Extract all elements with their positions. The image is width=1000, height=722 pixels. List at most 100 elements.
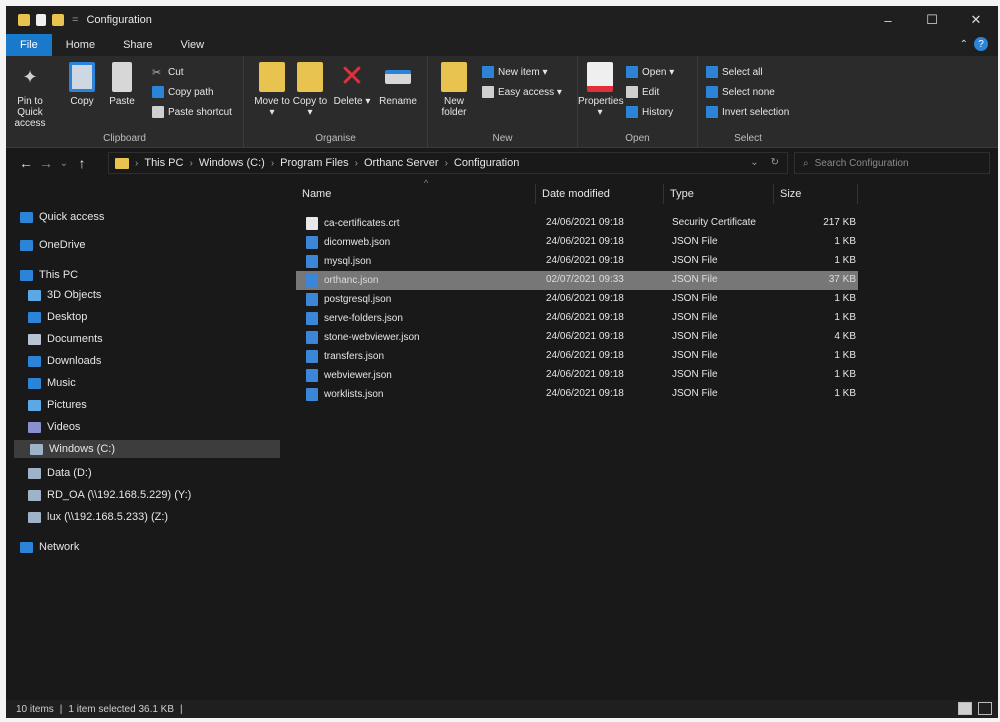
nav-item-network[interactable]: Network	[20, 538, 79, 556]
file-row[interactable]: worklists.json 24/06/2021 09:18 JSON Fil…	[296, 385, 858, 404]
select-none-icon	[706, 86, 718, 98]
address-dropdown-icon[interactable]: ⌄	[750, 157, 758, 168]
open-button[interactable]: Open ▾	[626, 64, 674, 80]
file-row[interactable]: webviewer.json 24/06/2021 09:18 JSON Fil…	[296, 366, 858, 385]
copy-button[interactable]: Copy	[62, 62, 102, 107]
file-type: JSON File	[672, 350, 718, 361]
copy-to-button[interactable]: Copy to ▾	[290, 62, 330, 118]
column-header-size[interactable]: Size	[774, 184, 858, 204]
history-button[interactable]: History	[626, 104, 673, 120]
nav-item-data-d[interactable]: Data (D:)	[28, 464, 92, 482]
copy-path-button[interactable]: Copy path	[152, 84, 214, 100]
tab-share[interactable]: Share	[109, 34, 166, 56]
file-type: Security Certificate	[672, 217, 756, 228]
nav-item-videos[interactable]: Videos	[28, 418, 80, 436]
paste-shortcut-button[interactable]: Paste shortcut	[152, 104, 232, 120]
file-name: webviewer.json	[324, 370, 392, 381]
nav-item-documents[interactable]: Documents	[28, 330, 103, 348]
breadcrumb-configuration[interactable]: Configuration	[454, 157, 519, 169]
nav-item-desktop[interactable]: Desktop	[28, 308, 87, 326]
breadcrumb-orthanc-server[interactable]: Orthanc Server	[364, 157, 439, 169]
breadcrumb-this-pc[interactable]: This PC	[144, 157, 183, 169]
new-folder-icon[interactable]	[52, 14, 64, 26]
large-icons-view-icon[interactable]	[978, 702, 992, 715]
file-name: dicomweb.json	[324, 237, 391, 248]
file-row[interactable]: ca-certificates.crt 24/06/2021 09:18 Sec…	[296, 214, 858, 233]
nav-item-onedrive[interactable]: OneDrive	[20, 236, 85, 254]
nav-item-label: Documents	[47, 333, 103, 345]
select-all-label: Select all	[722, 66, 763, 78]
column-header-name[interactable]: Name	[296, 184, 536, 204]
new-item-button[interactable]: New item ▾	[482, 64, 547, 80]
customize-toolbar-icon[interactable]: =	[72, 14, 78, 26]
tab-home[interactable]: Home	[52, 34, 109, 56]
cut-button[interactable]: ✂ Cut	[152, 64, 184, 80]
address-bar[interactable]: › This PC › Windows (C:) › Program Files…	[108, 152, 788, 174]
nav-item-windows-c[interactable]: Windows (C:)	[14, 440, 280, 458]
properties-button[interactable]: Properties ▾	[578, 62, 624, 118]
pin-to-quick-access-button[interactable]: ✦ Pin to Quick access	[10, 62, 50, 129]
json-file-icon	[306, 369, 318, 382]
file-row[interactable]: transfers.json 24/06/2021 09:18 JSON Fil…	[296, 347, 858, 366]
nav-item-network-drive-y[interactable]: RD_OA (\\192.168.5.229) (Y:)	[28, 486, 191, 504]
breadcrumb-program-files[interactable]: Program Files	[280, 157, 348, 169]
file-row[interactable]: serve-folders.json 24/06/2021 09:18 JSON…	[296, 309, 858, 328]
status-divider: |	[180, 703, 183, 715]
invert-selection-button[interactable]: Invert selection	[706, 104, 789, 120]
nav-item-network-drive-z[interactable]: lux (\\192.168.5.233) (Z:)	[28, 508, 168, 526]
file-name-cell: stone-webviewer.json	[306, 331, 420, 344]
file-size: 217 KB	[823, 217, 856, 228]
nav-item-downloads[interactable]: Downloads	[28, 352, 101, 370]
file-row[interactable]: dicomweb.json 24/06/2021 09:18 JSON File…	[296, 233, 858, 252]
copy-label: Copy	[70, 96, 94, 107]
new-group-label: New	[492, 133, 513, 144]
invert-selection-label: Invert selection	[722, 106, 790, 118]
minimize-ribbon-icon[interactable]: ⌃	[960, 39, 968, 50]
file-row[interactable]: stone-webviewer.json 24/06/2021 09:18 JS…	[296, 328, 858, 347]
nav-item-this-pc[interactable]: This PC	[20, 266, 78, 284]
details-view-icon[interactable]	[958, 702, 972, 715]
nav-item-music[interactable]: Music	[28, 374, 76, 392]
close-button[interactable]: ✕	[954, 6, 998, 34]
column-header-date-modified[interactable]: Date modified	[536, 184, 664, 204]
select-none-button[interactable]: Select none	[706, 84, 775, 100]
minimize-button[interactable]: –	[866, 6, 910, 34]
history-label: History	[642, 106, 674, 118]
select-all-button[interactable]: Select all	[706, 64, 763, 80]
nav-item-label: Quick access	[39, 211, 105, 223]
delete-button[interactable]: ✕ Delete ▾	[332, 62, 372, 108]
select-all-icon	[706, 66, 718, 78]
new-folder-button[interactable]: New folder	[434, 62, 474, 118]
maximize-button[interactable]: ☐	[910, 6, 954, 34]
properties-icon[interactable]	[36, 14, 46, 26]
recent-locations-icon[interactable]: ⌄	[56, 158, 72, 169]
file-row[interactable]: postgresql.json 24/06/2021 09:18 JSON Fi…	[296, 290, 858, 309]
file-name-cell: serve-folders.json	[306, 312, 403, 325]
rename-button[interactable]: Rename	[378, 62, 418, 107]
file-row-selected[interactable]: orthanc.json 02/07/2021 09:33 JSON File …	[296, 271, 858, 290]
paste-button[interactable]: Paste	[102, 62, 142, 107]
easy-access-button[interactable]: Easy access ▾	[482, 84, 562, 100]
nav-item-3d-objects[interactable]: 3D Objects	[28, 286, 101, 304]
invert-selection-icon	[706, 106, 718, 118]
up-arrow-icon[interactable]: ↑	[72, 155, 92, 171]
nav-item-pictures[interactable]: Pictures	[28, 396, 87, 414]
search-box[interactable]: ⌕ Search Configuration	[794, 152, 990, 174]
file-type: JSON File	[672, 255, 718, 266]
column-header-type[interactable]: Type	[664, 184, 774, 204]
pin-icon: ✦	[22, 67, 38, 87]
move-to-button[interactable]: Move to ▾	[252, 62, 292, 118]
refresh-icon[interactable]: ↻	[771, 157, 779, 168]
file-row[interactable]: mysql.json 24/06/2021 09:18 JSON File 1 …	[296, 252, 858, 271]
back-arrow-icon[interactable]: ←	[16, 155, 36, 171]
search-icon: ⌕	[803, 157, 809, 169]
breadcrumb-windows-c[interactable]: Windows (C:)	[199, 157, 265, 169]
help-icon[interactable]: ?	[974, 37, 988, 51]
tab-view[interactable]: View	[166, 34, 218, 56]
tab-file[interactable]: File	[6, 34, 52, 56]
edit-button[interactable]: Edit	[626, 84, 659, 100]
json-file-icon	[306, 274, 318, 287]
file-name: transfers.json	[324, 351, 385, 362]
nav-item-quick-access[interactable]: Quick access	[20, 208, 104, 226]
forward-arrow-icon[interactable]: →	[36, 155, 56, 171]
